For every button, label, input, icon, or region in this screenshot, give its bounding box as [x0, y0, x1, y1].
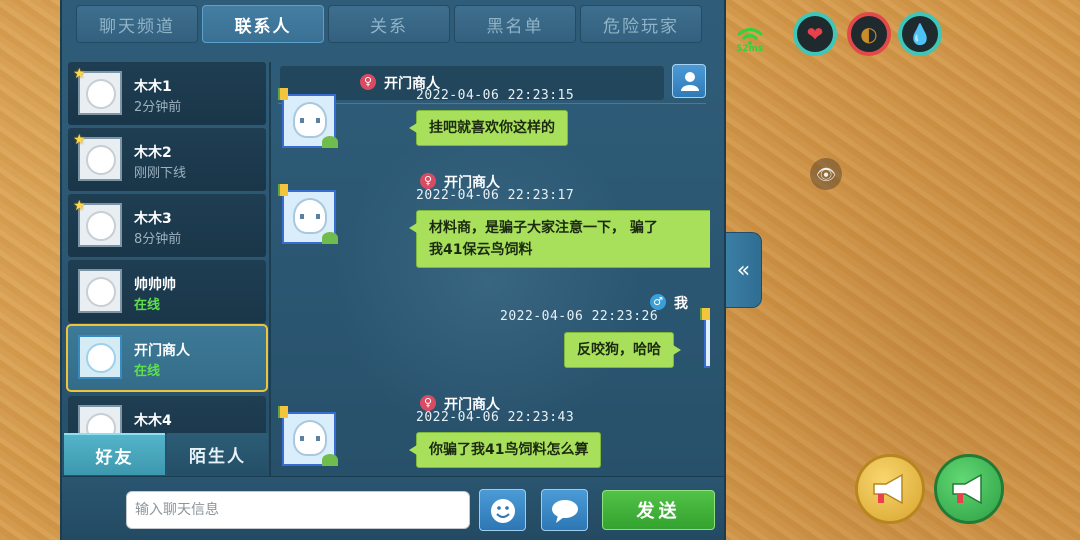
contact-status: 在线 — [134, 364, 161, 379]
contact-name: 木木2 — [134, 145, 172, 161]
social-panel: 聊天频道 联系人 关系 黑名单 危险玩家 ★ 木木1 2分钟前 ★ 木木2 刚刚… — [60, 0, 726, 540]
female-icon: ♀ — [360, 74, 376, 90]
star-icon: ★ — [73, 132, 86, 148]
message-time: 2022-04-06 22:23:15 — [416, 88, 575, 103]
contact-name: 帅帅帅 — [134, 277, 176, 293]
message-sender: 我 — [674, 296, 688, 312]
female-icon: ♀ — [420, 173, 436, 189]
user-icon — [681, 72, 699, 91]
contact-status: 刚刚下线 — [134, 166, 187, 181]
health-gauge: ❤ — [793, 12, 837, 56]
hunger-gauge: ◐ — [847, 12, 891, 56]
tab-blacklist[interactable]: 黑名单 — [454, 5, 576, 43]
contact-status: 在线 — [134, 298, 161, 313]
star-icon: ★ — [73, 198, 86, 214]
megaphone-icon — [873, 473, 903, 505]
top-tabs: 聊天频道 联系人 关系 黑名单 危险玩家 — [76, 5, 702, 43]
contact-status: 8分钟前 — [134, 232, 182, 247]
contact-status: 2分钟前 — [134, 100, 182, 115]
contact-item[interactable]: ★ 木木1 2分钟前 — [68, 62, 266, 125]
tab-contacts[interactable]: 联系人 — [202, 5, 324, 43]
avatar — [78, 269, 122, 313]
contact-name: 木木4 — [134, 413, 172, 429]
emoji-button[interactable] — [479, 489, 526, 531]
tab-relations[interactable]: 关系 — [328, 5, 450, 43]
tab-dangerous-players[interactable]: 危险玩家 — [580, 5, 702, 43]
contact-item[interactable]: 木木4 在线 — [68, 396, 266, 434]
voice-broadcast-button[interactable] — [934, 454, 1004, 524]
profile-button[interactable] — [672, 64, 706, 98]
sender-avatar[interactable] — [278, 184, 338, 244]
chat-area[interactable]: ♀ 开门商人 2022-04-06 22:23:15 挂吧就喜欢你这样的 ♀ 开… — [274, 62, 710, 476]
water-gauge: 💧 — [898, 12, 942, 56]
message-bubble: 你骗了我41鸟饲料怎么算 — [408, 432, 602, 468]
avatar — [78, 405, 122, 434]
avatar — [78, 335, 122, 379]
my-avatar[interactable] — [700, 308, 710, 368]
quick-phrase-button[interactable] — [541, 489, 588, 531]
contact-name: 木木1 — [134, 79, 172, 95]
contact-item[interactable]: ★ 木木2 刚刚下线 — [68, 128, 266, 191]
broadcast-button[interactable] — [855, 454, 925, 524]
sender-avatar[interactable] — [278, 406, 338, 466]
message-line: 材料商，是骗子大家注意一下， 骗了 — [429, 220, 658, 236]
chat-input[interactable] — [126, 491, 470, 529]
male-icon: ♂ — [650, 294, 666, 310]
speech-bubble-icon — [552, 500, 578, 523]
send-button[interactable]: 发送 — [602, 490, 715, 530]
contact-item[interactable]: ★ 木木3 8分钟前 — [68, 194, 266, 257]
friend-type-tabs: 好友 陌生人 — [64, 433, 268, 475]
contact-name: 木木3 — [134, 211, 172, 227]
message-bubble: 材料商，是骗子大家注意一下， 骗了 我41保云鸟饲料 — [409, 210, 710, 268]
double-chevron-left-icon: « — [736, 257, 751, 283]
visibility-toggle[interactable]: 👁 — [810, 158, 842, 190]
divider — [269, 62, 271, 476]
eye-icon: 👁 — [815, 164, 837, 184]
sender-avatar[interactable] — [278, 88, 338, 148]
chat-input-bar: 发送 — [62, 476, 724, 540]
contact-list[interactable]: ★ 木木1 2分钟前 ★ 木木2 刚刚下线 ★ 木木3 8分钟前 帅帅帅 在线 … — [66, 62, 268, 434]
smiley-icon — [491, 499, 515, 523]
message-line: 我41保云鸟饲料 — [429, 242, 533, 258]
hunger-icon: ◐ — [860, 22, 878, 46]
message-time: 2022-04-06 22:23:43 — [416, 410, 575, 425]
message-bubble: 挂吧就喜欢你这样的 — [409, 110, 568, 146]
header-rule — [278, 103, 706, 104]
megaphone-icon — [952, 473, 982, 505]
contact-item-selected[interactable]: 开门商人 在线 — [66, 324, 268, 392]
contact-item[interactable]: 帅帅帅 在线 — [68, 260, 266, 323]
contact-name: 开门商人 — [134, 343, 190, 359]
collapse-panel-button[interactable]: « — [726, 232, 762, 308]
tab-chat-channel[interactable]: 聊天频道 — [76, 5, 198, 43]
message-bubble-mine: 反咬狗，哈哈 — [564, 332, 681, 368]
message-time: 2022-04-06 22:23:17 — [416, 188, 575, 203]
tab-friends[interactable]: 好友 — [64, 433, 165, 475]
female-icon: ♀ — [420, 395, 436, 411]
heart-icon: ❤ — [806, 22, 824, 46]
water-icon: 💧 — [907, 22, 933, 46]
star-icon: ★ — [73, 66, 86, 82]
ping-readout: 52ms — [736, 44, 764, 54]
message-time: 2022-04-06 22:23:26 — [500, 309, 659, 324]
tab-strangers[interactable]: 陌生人 — [167, 433, 268, 475]
